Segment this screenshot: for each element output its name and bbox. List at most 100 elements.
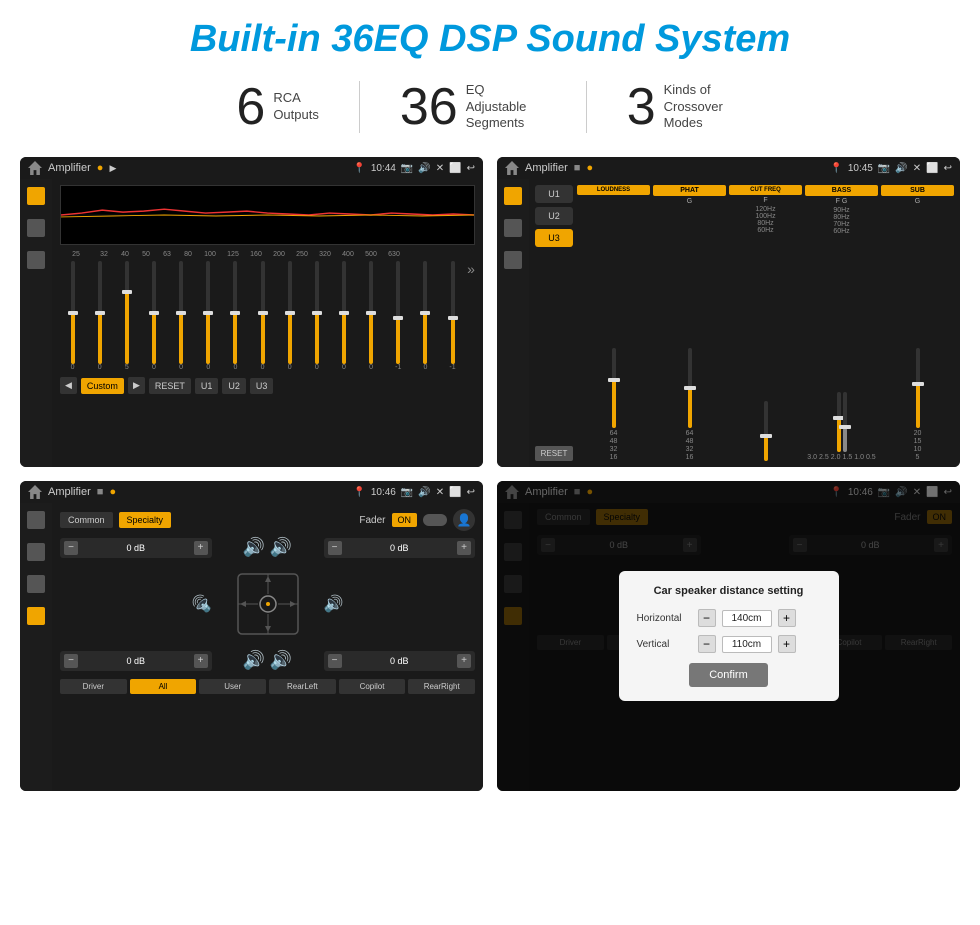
eq-prev-btn[interactable]: ◀ xyxy=(60,377,77,394)
ch-loudness-slider[interactable] xyxy=(577,197,650,428)
topbar-3-right: 📍 10:46 📷 🔊 ✕ ⬜ ↩ xyxy=(353,487,475,498)
topbar-1-cam: 📷 xyxy=(401,163,413,174)
fader-settings-btn[interactable]: 👤 xyxy=(453,509,475,531)
vol-tl-minus[interactable]: − xyxy=(64,541,78,555)
eq-slider-3[interactable]: 0 xyxy=(141,261,166,371)
dialog-v-plus[interactable]: + xyxy=(778,635,796,653)
ch-phat-slider[interactable] xyxy=(653,207,726,428)
speaker-left-row: 🔊 xyxy=(60,594,212,614)
sidebar-3 xyxy=(20,503,52,791)
vol-tr-minus[interactable]: − xyxy=(328,541,342,555)
eq-u3-btn[interactable]: U3 xyxy=(250,378,274,394)
eq-slider-4[interactable]: 0 xyxy=(169,261,194,371)
tab-common[interactable]: Common xyxy=(60,512,113,528)
eq-slider-2[interactable]: 5 xyxy=(114,261,139,371)
nav-all[interactable]: All xyxy=(130,679,197,694)
ch-cutfreq-slider[interactable] xyxy=(729,236,802,461)
sidebar-speaker-icon[interactable] xyxy=(27,251,45,269)
eq-slider-6[interactable]: 0 xyxy=(223,261,248,371)
nav-user[interactable]: User xyxy=(199,679,266,694)
eq-slider-9[interactable]: 0 xyxy=(304,261,329,371)
more-arrow[interactable]: » xyxy=(467,261,475,371)
sidebar-wave-icon[interactable] xyxy=(27,219,45,237)
eq-slider-1[interactable]: 0 xyxy=(87,261,112,371)
vol-tr-plus[interactable]: + xyxy=(457,541,471,555)
confirm-button[interactable]: Confirm xyxy=(689,663,768,687)
eq-slider-7[interactable]: 0 xyxy=(250,261,275,371)
eq-u2-btn[interactable]: U2 xyxy=(222,378,246,394)
vol-bottom-left: − 0 dB + xyxy=(60,651,212,671)
nav-copilot[interactable]: Copilot xyxy=(339,679,406,694)
home-icon-2[interactable] xyxy=(505,161,519,175)
ch-phat-on[interactable]: PHAT xyxy=(653,185,726,196)
eq-u1-btn[interactable]: U1 xyxy=(195,378,219,394)
topbar-1-back[interactable]: ↩ xyxy=(467,163,475,174)
vol-tl-plus[interactable]: + xyxy=(194,541,208,555)
dialog-v-minus[interactable]: − xyxy=(698,635,716,653)
vol-bl-plus[interactable]: + xyxy=(194,654,208,668)
ch-loudness-on[interactable]: LOUDNESS xyxy=(577,185,650,195)
ch-bass-on[interactable]: BASS xyxy=(805,185,878,196)
ch-bass-values: 3.0 2.5 2.0 1.5 1.0 0.5 xyxy=(807,454,875,461)
sidebar-eq-icon[interactable] xyxy=(27,187,45,205)
tab-specialty[interactable]: Specialty xyxy=(119,512,172,528)
sidebar-3-fader-icon[interactable] xyxy=(27,607,45,625)
home-icon[interactable] xyxy=(28,161,42,175)
distance-dialog: Car speaker distance setting Horizontal … xyxy=(619,571,839,701)
eq-curve-svg xyxy=(61,186,474,244)
speaker-bot-icon: 🔊 xyxy=(243,650,265,670)
eq-slider-5[interactable]: 0 xyxy=(196,261,221,371)
vol-br-plus[interactable]: + xyxy=(457,654,471,668)
fader-on-btn[interactable]: ON xyxy=(392,513,418,527)
preset-u3[interactable]: U3 xyxy=(535,229,573,247)
eq-slider-0[interactable]: 0 xyxy=(60,261,85,371)
nav-rearleft[interactable]: RearLeft xyxy=(269,679,336,694)
eq-slider-12[interactable]: -1 xyxy=(386,261,411,371)
eq-slider-11[interactable]: 0 xyxy=(359,261,384,371)
eq-custom-btn[interactable]: Custom xyxy=(81,378,124,394)
screenshots-grid: Amplifier ● ▶ 📍 10:44 📷 🔊 ✕ ⬜ ↩ xyxy=(0,149,980,807)
sidebar-2-wave-icon[interactable] xyxy=(504,219,522,237)
sidebar-3-wave-icon[interactable] xyxy=(27,543,45,561)
topbar-2-x[interactable]: ✕ xyxy=(913,163,921,174)
preset-u1[interactable]: U1 xyxy=(535,185,573,203)
sidebar-3-eq-icon[interactable] xyxy=(27,511,45,529)
nav-driver[interactable]: Driver xyxy=(60,679,127,694)
eq-next-btn[interactable]: ▶ xyxy=(128,377,145,394)
speaker-left-icon: 🔊 xyxy=(192,594,212,614)
sidebar-2-speaker-icon[interactable] xyxy=(504,251,522,269)
sidebar-2-eq-icon[interactable] xyxy=(504,187,522,205)
topbar-1-x[interactable]: ✕ xyxy=(436,163,444,174)
ch-sub-slider[interactable] xyxy=(881,207,954,428)
eq-slider-10[interactable]: 0 xyxy=(331,261,356,371)
stat-crossover-number: 3 xyxy=(627,81,656,133)
vol-bl-minus[interactable]: − xyxy=(64,654,78,668)
ch-cutfreq-on[interactable]: CUT FREQ xyxy=(729,185,802,195)
eq-slider-13[interactable]: 0 xyxy=(413,261,438,371)
ch-sub-on[interactable]: SUB xyxy=(881,185,954,196)
vol-br-minus[interactable]: − xyxy=(328,654,342,668)
sidebar-1 xyxy=(20,179,52,467)
eq-slider-8[interactable]: 0 xyxy=(277,261,302,371)
stat-eq-number: 36 xyxy=(400,81,458,133)
topbar-3-back[interactable]: ↩ xyxy=(467,487,475,498)
eq-slider-14[interactable]: -1 xyxy=(440,261,465,371)
preset-u2[interactable]: U2 xyxy=(535,207,573,225)
stat-eq: 36 EQ AdjustableSegments xyxy=(359,81,586,133)
topbar-3-x[interactable]: ✕ xyxy=(436,487,444,498)
topbar-2-back[interactable]: ↩ xyxy=(944,163,952,174)
dialog-h-minus[interactable]: − xyxy=(698,609,716,627)
ch-loudness: LOUDNESS 64 48 32 16 xyxy=(577,185,650,461)
dialog-h-plus[interactable]: + xyxy=(778,609,796,627)
screen-1-content: 25 32 40 50 63 80 100 125 160 200 250 32… xyxy=(20,179,483,467)
fader-toggle[interactable] xyxy=(423,514,447,526)
nav-rearright[interactable]: RearRight xyxy=(408,679,475,694)
crossover-reset-btn[interactable]: RESET xyxy=(535,446,573,461)
sidebar-3-speaker-icon[interactable] xyxy=(27,575,45,593)
eq-sliders-container: 0 0 5 xyxy=(60,261,475,371)
eq-reset-btn[interactable]: RESET xyxy=(149,378,191,394)
speaker-grid: − 0 dB + 🔊 🔊 − 0 dB + xyxy=(60,537,475,671)
ch-bass-sliders[interactable] xyxy=(805,237,878,452)
home-icon-3[interactable] xyxy=(28,485,42,499)
topbar-3-pin: 📍 xyxy=(353,487,365,498)
